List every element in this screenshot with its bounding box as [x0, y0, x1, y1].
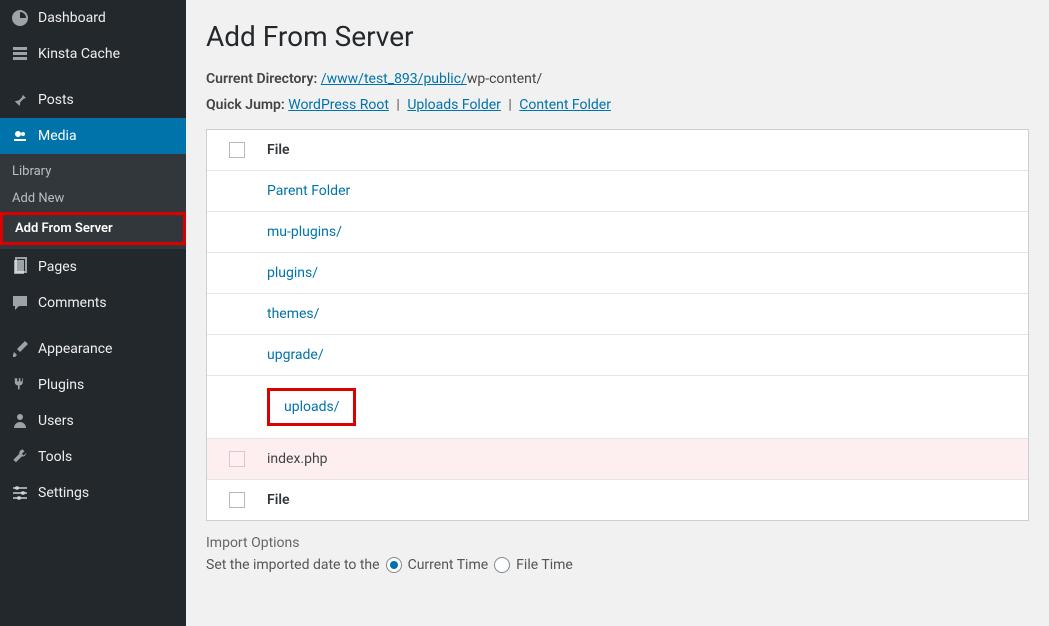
radio-file-time[interactable] [494, 557, 510, 573]
table-row: themes/ [207, 294, 1028, 335]
sidebar-item-appearance[interactable]: Appearance [0, 331, 186, 367]
quick-jump-uploads[interactable]: Uploads Folder [407, 97, 501, 113]
import-options: Import Options Set the imported date to … [206, 535, 1029, 573]
folder-link-upgrade[interactable]: upgrade/ [267, 347, 324, 363]
sidebar-item-tools[interactable]: Tools [0, 439, 186, 475]
cache-icon [10, 44, 30, 64]
pin-icon [10, 90, 30, 110]
sidebar-label: Tools [38, 449, 72, 465]
sidebar-label: Plugins [38, 377, 84, 393]
file-table: File Parent Folder mu-plugins/ plugins/ … [206, 129, 1029, 521]
sidebar-label: Media [38, 128, 77, 144]
quick-jump-line: Quick Jump: WordPress Root | Uploads Fol… [206, 97, 1029, 113]
table-row: uploads/ [207, 376, 1028, 439]
column-header-file: File [257, 142, 1018, 158]
pages-icon [10, 257, 30, 277]
brush-icon [10, 339, 30, 359]
sidebar-label: Appearance [38, 341, 112, 357]
table-row: mu-plugins/ [207, 212, 1028, 253]
current-dir-tail: wp-content/ [467, 71, 542, 87]
sidebar-item-dashboard[interactable]: Dashboard [0, 0, 186, 36]
parent-folder-link[interactable]: Parent Folder [267, 183, 350, 199]
dashboard-icon [10, 8, 30, 28]
sidebar-item-pages[interactable]: Pages [0, 249, 186, 285]
sidebar-item-comments[interactable]: Comments [0, 285, 186, 321]
sidebar-label: Dashboard [38, 10, 106, 26]
sidebar-item-posts[interactable]: Posts [0, 82, 186, 118]
import-options-title: Import Options [206, 535, 1029, 551]
sidebar-sub-library[interactable]: Library [0, 158, 186, 185]
folder-link-plugins[interactable]: plugins/ [267, 265, 318, 281]
sidebar-item-media[interactable]: Media [0, 118, 186, 154]
media-icon [10, 126, 30, 146]
sidebar-sub-add-new[interactable]: Add New [0, 185, 186, 212]
table-row: Parent Folder [207, 171, 1028, 212]
current-directory-line: Current Directory: /www/test_893/public/… [206, 71, 1029, 87]
radio-current-time[interactable] [386, 557, 402, 573]
folder-link-mu-plugins[interactable]: mu-plugins/ [267, 224, 342, 240]
sidebar-item-kinsta-cache[interactable]: Kinsta Cache [0, 36, 186, 72]
file-checkbox-disabled [229, 451, 245, 467]
radio-file-time-label: File Time [516, 557, 573, 573]
sidebar-item-users[interactable]: Users [0, 403, 186, 439]
user-icon [10, 411, 30, 431]
main-content: Add From Server Current Directory: /www/… [186, 0, 1049, 626]
sidebar-label: Kinsta Cache [38, 46, 120, 62]
quick-jump-content[interactable]: Content Folder [519, 97, 611, 113]
admin-sidebar: Dashboard Kinsta Cache Posts Media Libra… [0, 0, 186, 626]
current-dir-label: Current Directory: [206, 71, 317, 87]
plug-icon [10, 375, 30, 395]
radio-current-time-label: Current Time [408, 557, 489, 573]
page-title: Add From Server [206, 20, 1029, 53]
table-row: plugins/ [207, 253, 1028, 294]
select-all-checkbox[interactable] [229, 142, 245, 158]
table-row-disabled: index.php [207, 439, 1028, 480]
folder-link-themes[interactable]: themes/ [267, 306, 319, 322]
table-header-row: File [207, 130, 1028, 171]
current-dir-link[interactable]: /www/test_893/public/ [321, 71, 467, 87]
file-name: index.php [257, 451, 1018, 467]
quick-jump-label: Quick Jump: [206, 97, 285, 113]
sliders-icon [10, 483, 30, 503]
sidebar-label: Posts [38, 92, 74, 108]
sidebar-item-plugins[interactable]: Plugins [0, 367, 186, 403]
sidebar-label: Settings [38, 485, 89, 501]
sidebar-label: Comments [38, 295, 107, 311]
sidebar-sub-add-from-server[interactable]: Add From Server [0, 212, 186, 245]
sidebar-item-settings[interactable]: Settings [0, 475, 186, 511]
sidebar-label: Users [38, 413, 74, 429]
wrench-icon [10, 447, 30, 467]
folder-link-uploads[interactable]: uploads/ [284, 399, 339, 415]
import-date-label: Set the imported date to the [206, 557, 380, 573]
column-footer-file: File [257, 492, 1018, 508]
table-row: upgrade/ [207, 335, 1028, 376]
sidebar-label: Pages [38, 259, 77, 275]
quick-jump-wp-root[interactable]: WordPress Root [288, 97, 389, 113]
comments-icon [10, 293, 30, 313]
select-all-checkbox-bottom[interactable] [229, 492, 245, 508]
table-footer-row: File [207, 480, 1028, 520]
sidebar-submenu-media: Library Add New Add From Server [0, 154, 186, 249]
